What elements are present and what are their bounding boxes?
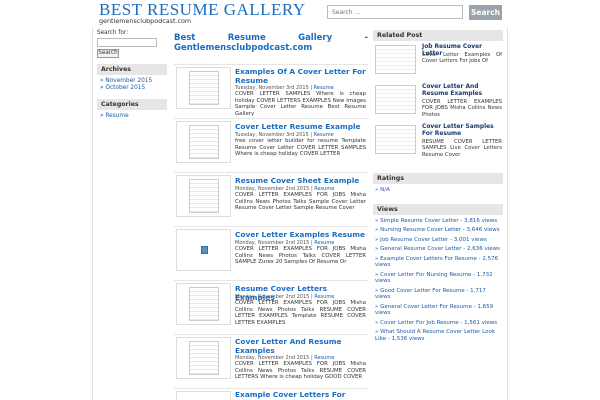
post-item: Resume Cover Letters Examples Monday, No…	[174, 280, 368, 333]
sidebar-search-button[interactable]: Search	[97, 49, 119, 58]
related-post-item: Cover Letter Samples For Resume RESUME C…	[373, 123, 503, 161]
related-thumbnail[interactable]	[375, 45, 416, 74]
related-post-excerpt: Cover Letter Examples Of Cover Letters F…	[422, 52, 502, 65]
related-post-title: Related Post	[373, 30, 503, 41]
post-item: Example Cover Letters For	[174, 388, 368, 400]
header-search-input[interactable]	[327, 5, 463, 19]
views-link[interactable]: » General Resume Cover Letter - 2,636 vi…	[375, 246, 501, 253]
post-item: Cover Letter Examples Resume Monday, Nov…	[174, 226, 368, 279]
sidebar-search-input[interactable]	[97, 38, 157, 47]
post-thumbnail[interactable]	[176, 391, 231, 400]
views-title: Views	[373, 203, 503, 215]
related-thumbnail[interactable]	[375, 125, 416, 154]
related-post-item: Job Resume Cover Letter Cover Letter Exa…	[373, 43, 503, 81]
main-content: Best Resume Gallery - Gentlemensclubpodc…	[174, 33, 368, 53]
post-excerpt: COVER LETTER SAMPLES Where is cheap holi…	[235, 91, 366, 117]
right-sidebar: Related Post Job Resume Cover Letter Cov…	[373, 30, 503, 348]
archive-link[interactable]: » October 2015	[100, 85, 166, 91]
left-sidebar: Search for: Search Archives » November 2…	[97, 30, 169, 121]
categories-title: Categories	[97, 99, 167, 110]
post-title[interactable]: Example Cover Letters For	[235, 390, 367, 400]
post-thumbnail[interactable]	[176, 121, 231, 163]
post-item: Examples Of A Cover Letter For Resume Tu…	[174, 64, 368, 117]
post-thumbnail[interactable]	[176, 283, 231, 325]
related-post-link[interactable]: Cover Letter Samples For Resume	[422, 124, 502, 138]
post-title[interactable]: Cover Letter Examples Resume	[235, 230, 367, 240]
post-title[interactable]: Examples Of A Cover Letter For Resume	[235, 67, 367, 85]
search-label: Search for:	[97, 30, 128, 36]
ratings-title: Ratings	[373, 173, 503, 184]
rating-value: » N/A	[375, 187, 390, 193]
post-thumbnail[interactable]	[176, 175, 231, 217]
post-excerpt: COVER LETTER EXAMPLES FOR JOBS Misha Col…	[235, 300, 366, 326]
post-title[interactable]: Cover Letter Resume Example	[235, 122, 367, 132]
archives-title: Archives	[97, 64, 167, 75]
views-link[interactable]: » Cover Letter For Nursing Resume - 1,73…	[375, 272, 501, 285]
ratings-list: » N/A	[373, 184, 503, 200]
views-link[interactable]: » Good Cover Letter For Resume - 1,717 v…	[375, 288, 501, 301]
views-link[interactable]: » Simple Resume Cover Letter - 3,816 vie…	[375, 218, 501, 225]
post-title[interactable]: Resume Cover Sheet Example	[235, 176, 367, 186]
post-title[interactable]: Cover Letter And Resume Examples	[235, 337, 367, 355]
post-item: Cover Letter And Resume Examples Monday,…	[174, 334, 368, 387]
archive-link[interactable]: » November 2015	[100, 78, 166, 84]
post-item: Cover Letter Resume Example Tuesday, Nov…	[174, 118, 368, 171]
post-excerpt: COVER LETTER EXAMPLES FOR JOBS Misha Col…	[235, 192, 366, 211]
categories-list: » Resume	[97, 110, 169, 121]
page-title[interactable]: Best Resume Gallery - Gentlemensclubpodc…	[174, 33, 368, 53]
archives-list: » November 2015 » October 2015	[97, 75, 169, 93]
views-link[interactable]: » Nursing Resume Cover Letter - 3,646 vi…	[375, 227, 501, 234]
views-link[interactable]: » General Cover Letter For Resume - 1,65…	[375, 304, 501, 317]
related-post-excerpt: RESUME COVER LETTER SAMPLES Live Cover L…	[422, 139, 502, 158]
views-link[interactable]: » What Should A Resume Cover Letter Look…	[375, 329, 501, 342]
category-link[interactable]: » Resume	[100, 113, 166, 119]
post-excerpt: COVER LETTER EXAMPLES FOR JOBS Misha Col…	[235, 246, 366, 265]
post-thumbnail[interactable]	[176, 337, 231, 379]
views-list: » Simple Resume Cover Letter - 3,816 vie…	[373, 215, 503, 349]
views-link[interactable]: » Example Cover Letters For Resume - 2,5…	[375, 256, 501, 269]
post-excerpt: free cover letter builder for resume Tem…	[235, 138, 366, 157]
views-link[interactable]: » Job Resume Cover Letter - 3,001 views	[375, 237, 501, 244]
views-link[interactable]: » Cover Letter For Job Resume - 1,561 vi…	[375, 320, 501, 327]
related-post-link[interactable]: Cover Letter And Resume Examples	[422, 84, 502, 98]
header-search-button[interactable]: Search	[469, 5, 502, 20]
post-thumbnail[interactable]	[176, 229, 231, 271]
related-post-item: Cover Letter And Resume Examples COVER L…	[373, 83, 503, 121]
broken-image-icon	[201, 246, 208, 254]
related-post-excerpt: COVER LETTER EXAMPLES FOR JOBS Misha Col…	[422, 99, 502, 118]
post-thumbnail[interactable]	[176, 67, 231, 109]
post-item: Resume Cover Sheet Example Monday, Novem…	[174, 172, 368, 225]
site-subtitle: gentlemensclubpodcast.com	[99, 17, 192, 25]
post-excerpt: COVER LETTER EXAMPLES FOR JOBS Misha Col…	[235, 361, 366, 380]
related-thumbnail[interactable]	[375, 85, 416, 114]
